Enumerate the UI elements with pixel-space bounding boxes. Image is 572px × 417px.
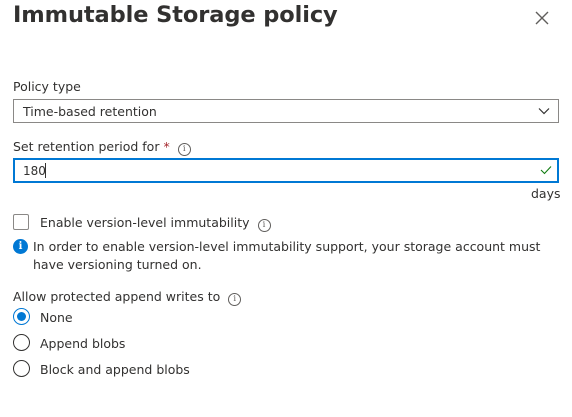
close-icon[interactable] xyxy=(532,8,552,28)
version-immutability-label[interactable]: Enable version-level immutability i xyxy=(40,215,271,232)
retention-period-label: Set retention period for * i xyxy=(13,139,191,156)
append-writes-label: Allow protected append writes to i xyxy=(13,289,242,306)
text-caret xyxy=(45,163,46,178)
retention-unit: days xyxy=(531,186,561,201)
page-title: Immutable Storage policy xyxy=(13,2,338,28)
radio-none[interactable] xyxy=(13,308,30,325)
radio-append-blobs[interactable] xyxy=(13,334,30,351)
radio-none-label[interactable]: None xyxy=(40,310,73,325)
retention-period-field[interactable] xyxy=(13,158,559,183)
required-marker: * xyxy=(163,139,170,154)
radio-block-and-append-blobs-label[interactable]: Block and append blobs xyxy=(40,362,190,377)
policy-type-dropdown[interactable]: Time-based retention xyxy=(13,99,559,123)
chevron-down-icon xyxy=(538,108,550,115)
radio-block-and-append-blobs[interactable] xyxy=(13,360,30,377)
policy-type-value: Time-based retention xyxy=(23,104,157,119)
info-icon[interactable]: i xyxy=(177,143,191,156)
info-filled-icon: i xyxy=(13,239,28,254)
version-immutability-checkbox[interactable] xyxy=(13,214,29,230)
checkmark-icon xyxy=(540,166,552,175)
retention-period-input[interactable] xyxy=(15,160,525,181)
versioning-notice: In order to enable version-level immutab… xyxy=(33,239,541,272)
info-icon[interactable]: i xyxy=(228,293,242,306)
info-icon[interactable]: i xyxy=(257,219,271,232)
radio-append-blobs-label[interactable]: Append blobs xyxy=(40,336,125,351)
policy-type-label: Policy type xyxy=(13,79,81,94)
